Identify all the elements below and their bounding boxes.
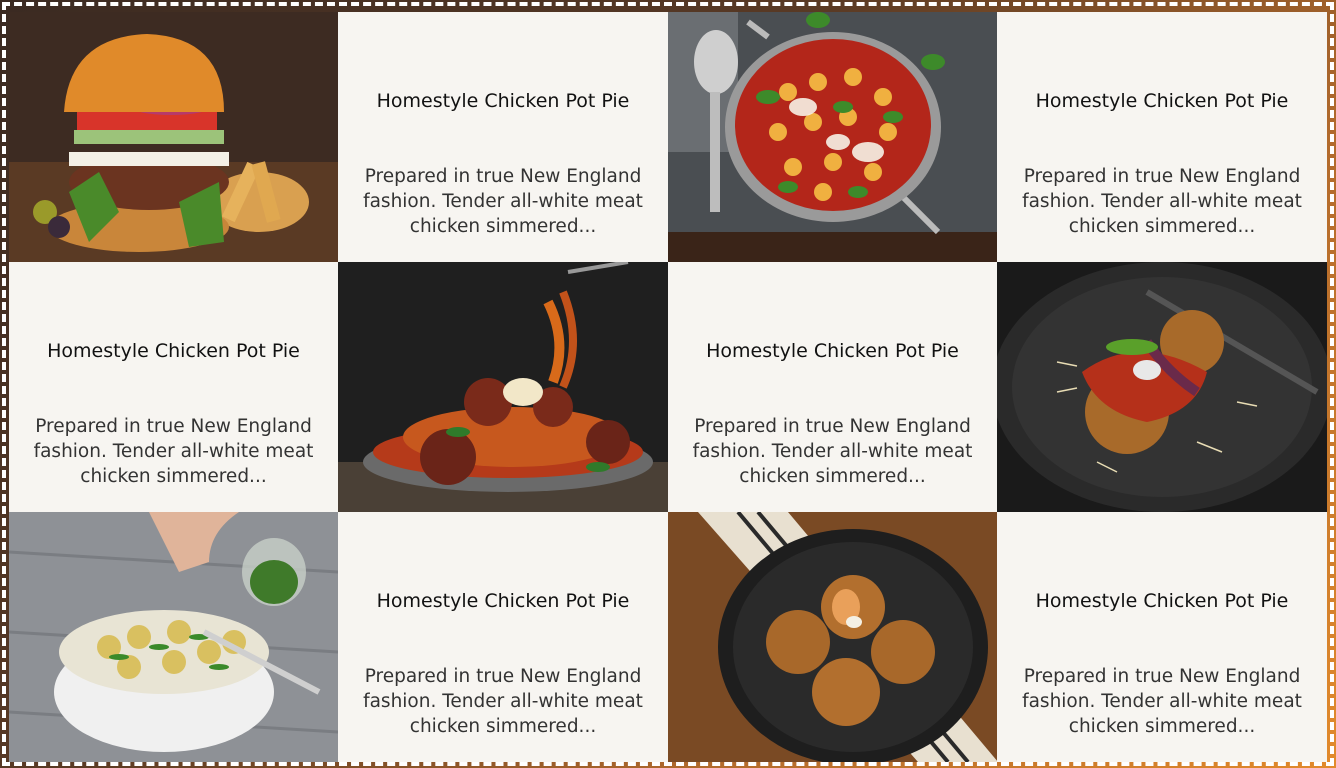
potato-salad-photo[interactable] — [9, 512, 338, 762]
arancini-bowl-photo[interactable] — [668, 512, 997, 762]
menu-card[interactable]: Homestyle Chicken Pot Pie Prepared in tr… — [338, 512, 668, 762]
menu-card[interactable]: Homestyle Chicken Pot Pie Prepared in tr… — [997, 12, 1327, 262]
card-description: Prepared in true New England fashion. Te… — [33, 416, 314, 487]
card-title[interactable]: Homestyle Chicken Pot Pie — [706, 340, 959, 362]
card-description: Prepared in true New England fashion. Te… — [363, 166, 643, 237]
spaghetti-meatballs-photo[interactable] — [338, 262, 668, 512]
card-description: Prepared in true New England fashion. Te… — [1022, 166, 1302, 237]
card-title[interactable]: Homestyle Chicken Pot Pie — [1036, 590, 1289, 612]
menu-card[interactable]: Homestyle Chicken Pot Pie Prepared in tr… — [668, 262, 997, 512]
gnocchi-pan-photo[interactable] — [668, 12, 997, 262]
menu-card[interactable]: Homestyle Chicken Pot Pie Prepared in tr… — [9, 262, 338, 512]
menu-grid: Homestyle Chicken Pot Pie Prepared in tr… — [9, 12, 1327, 762]
card-title[interactable]: Homestyle Chicken Pot Pie — [377, 590, 630, 612]
arancini-plate-photo[interactable] — [997, 262, 1327, 512]
menu-card[interactable]: Homestyle Chicken Pot Pie Prepared in tr… — [338, 12, 668, 262]
card-description: Prepared in true New England fashion. Te… — [363, 666, 643, 737]
page-frame: Homestyle Chicken Pot Pie Prepared in tr… — [0, 0, 1336, 768]
card-title[interactable]: Homestyle Chicken Pot Pie — [47, 340, 300, 362]
card-description: Prepared in true New England fashion. Te… — [1022, 666, 1302, 737]
card-title[interactable]: Homestyle Chicken Pot Pie — [377, 90, 630, 112]
menu-card[interactable]: Homestyle Chicken Pot Pie Prepared in tr… — [997, 512, 1327, 762]
burger-photo[interactable] — [9, 12, 338, 262]
card-description: Prepared in true New England fashion. Te… — [692, 416, 973, 487]
card-title[interactable]: Homestyle Chicken Pot Pie — [1036, 90, 1289, 112]
